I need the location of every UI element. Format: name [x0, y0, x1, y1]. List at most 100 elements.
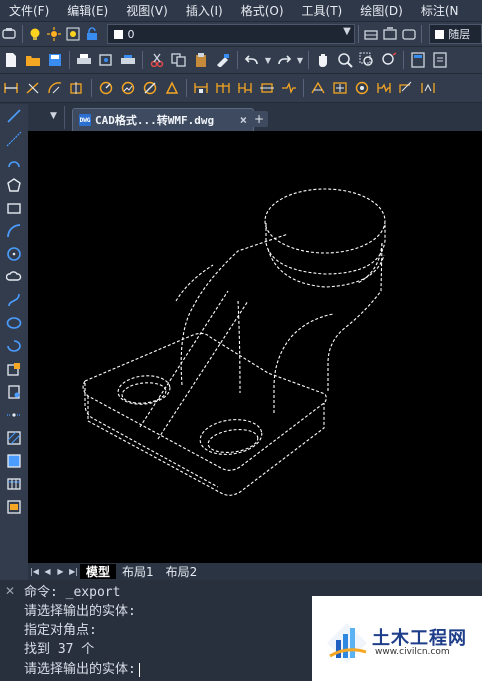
circle-icon[interactable]	[0, 242, 28, 265]
menu-format[interactable]: 格式(O)	[232, 2, 293, 19]
polyline-icon[interactable]	[0, 150, 28, 173]
separator	[308, 51, 309, 69]
menu-edit[interactable]: 编辑(E)	[58, 2, 117, 19]
layer-manager-icon[interactable]	[1, 24, 18, 44]
layer-dropdown[interactable]: 0 ▼	[107, 24, 355, 44]
chevron-down-icon[interactable]: ▼	[296, 50, 304, 70]
tab-document[interactable]: DWG CAD格式...转WMF.dwg ×	[72, 108, 254, 131]
menu-draw[interactable]: 绘图(D)	[351, 2, 412, 19]
next-layout-icon[interactable]: ▶	[54, 565, 67, 578]
new-tab-button[interactable]: +	[250, 111, 268, 127]
make-current-layer-icon[interactable]	[363, 24, 380, 44]
construction-line-icon[interactable]	[0, 127, 28, 150]
gradient-icon[interactable]	[0, 449, 28, 472]
command-input[interactable]: 请选择输出的实体:	[24, 658, 140, 677]
redo-icon[interactable]	[274, 50, 294, 70]
rectangle-icon[interactable]	[0, 196, 28, 219]
insert-block-icon[interactable]	[0, 357, 28, 380]
watermark-url: www.civilcn.com	[375, 647, 450, 657]
undo-icon[interactable]	[242, 50, 262, 70]
radius-icon[interactable]	[96, 78, 116, 98]
polygon-icon[interactable]	[0, 173, 28, 196]
table-icon[interactable]	[0, 472, 28, 495]
zoom-previous-icon[interactable]	[379, 50, 399, 70]
dimension-space-icon[interactable]	[257, 78, 277, 98]
layer-previous-icon[interactable]	[382, 24, 399, 44]
menu-dimension[interactable]: 标注(N	[412, 2, 468, 19]
jogged-linear-icon[interactable]	[374, 78, 394, 98]
ellipse-arc-icon[interactable]	[0, 334, 28, 357]
ellipse-icon[interactable]	[0, 311, 28, 334]
aligned-dimension-icon[interactable]	[23, 78, 43, 98]
continue-icon[interactable]	[235, 78, 255, 98]
new-file-icon[interactable]	[1, 50, 21, 70]
quick-dimension-icon[interactable]	[191, 78, 211, 98]
dimension-edit-icon[interactable]	[396, 78, 416, 98]
multiline-text-icon[interactable]	[0, 495, 28, 518]
tab-layout1[interactable]: 布局1	[116, 564, 160, 579]
tab-layout2[interactable]: 布局2	[160, 564, 204, 579]
calculator-icon[interactable]	[408, 50, 428, 70]
save-icon[interactable]	[45, 50, 65, 70]
inspection-icon[interactable]	[352, 78, 372, 98]
angular-icon[interactable]	[162, 78, 182, 98]
sun-icon[interactable]	[46, 24, 63, 44]
close-icon[interactable]: ✕	[5, 584, 15, 598]
tab-model[interactable]: 模型	[80, 564, 117, 579]
lightbulb-icon[interactable]	[27, 24, 44, 44]
base-plate-edge	[84, 383, 219, 488]
menu-insert[interactable]: 插入(I)	[177, 2, 232, 19]
baseline-icon[interactable]	[213, 78, 233, 98]
print-preview-icon[interactable]	[96, 50, 116, 70]
dimension-break-icon[interactable]	[279, 78, 299, 98]
selected-3d-part	[82, 188, 386, 496]
zoom-window-icon[interactable]	[357, 50, 377, 70]
lock-icon[interactable]	[84, 24, 101, 44]
design-center-icon[interactable]	[430, 50, 450, 70]
open-folder-icon[interactable]	[23, 50, 43, 70]
menu-file[interactable]: 文件(F)	[0, 2, 58, 19]
layer-toolbar: 0 ▼ 随层	[0, 22, 482, 47]
layer-name: 0	[127, 27, 135, 41]
spline-icon[interactable]	[0, 288, 28, 311]
first-layout-icon[interactable]: |◀	[28, 565, 41, 578]
copy-icon[interactable]	[169, 50, 189, 70]
dimension-text-edit-icon[interactable]	[418, 78, 438, 98]
drawing-canvas[interactable]	[28, 131, 482, 563]
tab-list-chevron-icon[interactable]: ▼	[50, 111, 57, 121]
separator	[403, 51, 404, 69]
make-block-icon[interactable]	[0, 380, 28, 403]
diameter-icon[interactable]	[140, 78, 160, 98]
chevron-down-icon[interactable]: ▼	[264, 50, 272, 70]
layer-states-icon[interactable]	[400, 24, 417, 44]
color-dropdown[interactable]: 随层	[429, 24, 482, 44]
print-icon[interactable]	[74, 50, 94, 70]
arc-icon[interactable]	[0, 219, 28, 242]
arm-front-right	[157, 300, 249, 440]
hatch-icon[interactable]	[0, 426, 28, 449]
match-properties-icon[interactable]	[213, 50, 233, 70]
close-icon[interactable]: ×	[240, 113, 247, 127]
viewport-freeze-icon[interactable]	[65, 24, 82, 44]
ordinate-icon[interactable]	[67, 78, 87, 98]
separator	[237, 51, 238, 69]
separator	[186, 79, 187, 97]
revision-cloud-icon[interactable]	[0, 265, 28, 288]
linear-dimension-icon[interactable]	[1, 78, 21, 98]
point-icon[interactable]	[0, 403, 28, 426]
pan-hand-icon[interactable]	[313, 50, 333, 70]
jogged-icon[interactable]	[118, 78, 138, 98]
plot-icon[interactable]	[118, 50, 138, 70]
separator	[21, 25, 23, 43]
arc-length-icon[interactable]	[45, 78, 65, 98]
zoom-realtime-icon[interactable]	[335, 50, 355, 70]
menu-tools[interactable]: 工具(T)	[293, 2, 352, 19]
prev-layout-icon[interactable]: ◀	[41, 565, 54, 578]
center-mark-icon[interactable]	[330, 78, 350, 98]
menu-view[interactable]: 视图(V)	[117, 2, 177, 19]
line-tool-icon[interactable]	[0, 104, 28, 127]
tolerance-icon[interactable]	[308, 78, 328, 98]
paste-icon[interactable]	[191, 50, 211, 70]
last-layout-icon[interactable]: ▶|	[67, 565, 80, 578]
cut-icon[interactable]	[147, 50, 167, 70]
